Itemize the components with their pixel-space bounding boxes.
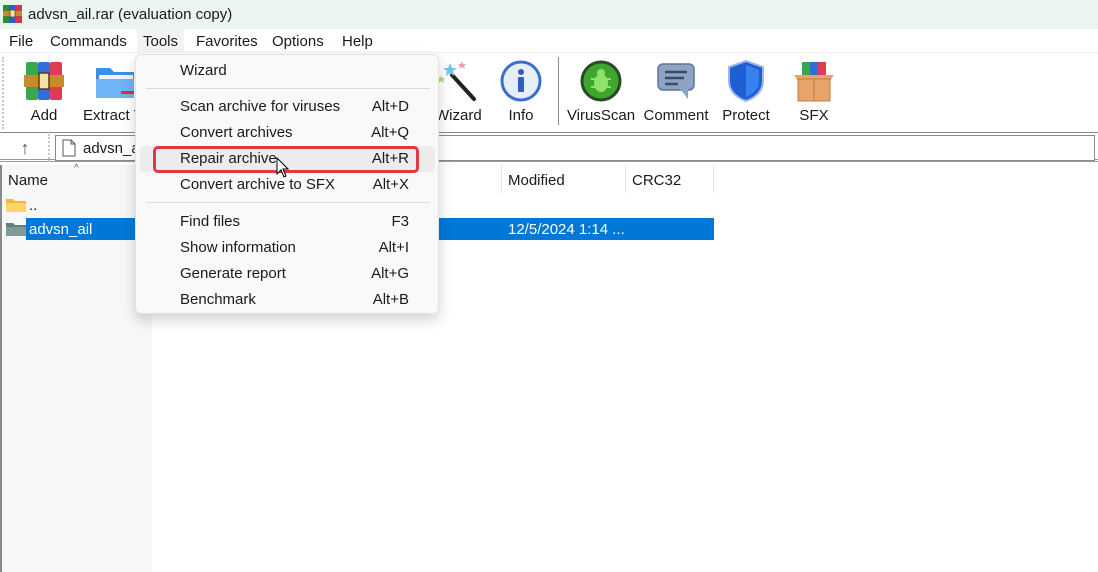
menu-item-label: Benchmark bbox=[180, 291, 256, 308]
menu-item-find-files[interactable]: Find files F3 bbox=[140, 209, 435, 235]
menu-favorites[interactable]: Favorites bbox=[196, 33, 258, 50]
menu-item-shortcut: Alt+B bbox=[372, 291, 409, 308]
menu-item-scan-viruses[interactable]: Scan archive for viruses Alt+D bbox=[140, 94, 435, 120]
sort-ascending-icon: ^ bbox=[74, 163, 79, 174]
bug-scan-icon bbox=[580, 60, 622, 102]
menu-item-label: Convert archives bbox=[180, 124, 293, 141]
menu-file[interactable]: File bbox=[9, 33, 33, 50]
menu-help[interactable]: Help bbox=[342, 33, 373, 50]
menu-item-label: Generate report bbox=[180, 265, 286, 282]
menu-item-generate-report[interactable]: Generate report Alt+G bbox=[140, 261, 435, 287]
up-arrow-icon[interactable]: ↑ bbox=[10, 136, 40, 160]
menu-item-label: Wizard bbox=[180, 62, 227, 79]
menu-item-wizard[interactable]: Wizard bbox=[140, 58, 435, 84]
document-icon bbox=[62, 139, 76, 157]
column-header-name[interactable]: ^ Name bbox=[2, 163, 152, 193]
virusscan-label: VirusScan bbox=[566, 107, 636, 124]
menu-bar: File Commands Tools Favorites Options He… bbox=[0, 29, 1098, 53]
sfx-box-icon bbox=[794, 62, 834, 102]
folder-icon bbox=[6, 223, 26, 236]
column-crc32-label: CRC32 bbox=[632, 172, 682, 189]
menu-separator bbox=[146, 88, 430, 89]
tools-menu: Wizard Scan archive for viruses Alt+D Co… bbox=[135, 54, 439, 314]
menu-separator bbox=[146, 202, 430, 203]
comment-button[interactable]: Comment bbox=[639, 57, 713, 127]
winrar-window: advsn_ail.rar (evaluation copy) File Com… bbox=[0, 0, 1098, 572]
menu-item-label: Find files bbox=[180, 213, 241, 230]
magic-wand-icon bbox=[437, 61, 476, 101]
menu-item-label: Convert archive to SFX bbox=[180, 176, 336, 193]
add-label: Add bbox=[30, 107, 58, 124]
column-name-label: Name bbox=[8, 172, 49, 189]
menu-commands[interactable]: Commands bbox=[50, 33, 127, 50]
menu-item-label: Show information bbox=[180, 239, 296, 256]
protect-button[interactable]: Protect bbox=[709, 57, 783, 127]
column-modified-label: Modified bbox=[508, 172, 565, 189]
file-name: .. bbox=[29, 197, 38, 214]
menu-item-shortcut: Alt+R bbox=[371, 150, 409, 167]
menu-item-label: Repair archive bbox=[180, 150, 277, 167]
parent-folder-icon bbox=[6, 199, 26, 212]
books-strap-icon bbox=[24, 62, 64, 100]
menu-item-show-information[interactable]: Show information Alt+I bbox=[140, 235, 435, 261]
menu-item-convert-archives[interactable]: Convert archives Alt+Q bbox=[140, 120, 435, 146]
toolbar-separator bbox=[558, 57, 559, 125]
virusscan-button[interactable]: VirusScan bbox=[564, 57, 638, 127]
path-text: advsn_a bbox=[83, 140, 140, 157]
menu-item-shortcut: Alt+D bbox=[371, 98, 409, 115]
menu-item-shortcut: Alt+I bbox=[378, 239, 409, 256]
column-header-crc32[interactable]: CRC32 bbox=[626, 165, 714, 193]
window-title: advsn_ail.rar (evaluation copy) bbox=[28, 6, 233, 23]
protect-label: Protect bbox=[722, 107, 770, 124]
menu-item-repair-archive[interactable]: Repair archive Alt+R bbox=[140, 146, 435, 172]
column-header-modified[interactable]: Modified bbox=[502, 165, 626, 193]
add-button[interactable]: Add bbox=[7, 57, 81, 127]
menu-options[interactable]: Options bbox=[272, 33, 324, 50]
menu-item-benchmark[interactable]: Benchmark Alt+B bbox=[140, 287, 435, 313]
winrar-books-icon bbox=[3, 5, 22, 23]
sfx-label: SFX bbox=[799, 107, 829, 124]
file-modified: 12/5/2024 1:14 ... bbox=[508, 221, 625, 238]
menu-tools[interactable]: Tools bbox=[137, 29, 185, 53]
address-grip[interactable] bbox=[48, 134, 50, 162]
info-button[interactable]: Info bbox=[484, 57, 558, 127]
sfx-button[interactable]: SFX bbox=[777, 57, 851, 127]
menu-item-shortcut: Alt+Q bbox=[371, 124, 409, 141]
file-name: advsn_ail bbox=[29, 221, 93, 238]
menu-item-shortcut: Alt+G bbox=[371, 265, 409, 282]
blue-folder-icon bbox=[96, 68, 134, 98]
toolbar-grip[interactable] bbox=[2, 57, 4, 129]
menu-item-shortcut: F3 bbox=[391, 213, 409, 230]
menu-item-shortcut: Alt+X bbox=[372, 176, 409, 193]
title-bar: advsn_ail.rar (evaluation copy) bbox=[0, 0, 1098, 29]
comment-bubble-icon bbox=[657, 63, 695, 99]
comment-label: Comment bbox=[643, 107, 709, 124]
info-label: Info bbox=[508, 107, 534, 124]
menu-item-label: Scan archive for viruses bbox=[180, 98, 341, 115]
menu-item-convert-sfx[interactable]: Convert archive to SFX Alt+X bbox=[140, 172, 435, 198]
column-header-spacer[interactable] bbox=[440, 165, 502, 193]
shield-icon bbox=[728, 59, 764, 103]
info-icon bbox=[500, 60, 542, 102]
